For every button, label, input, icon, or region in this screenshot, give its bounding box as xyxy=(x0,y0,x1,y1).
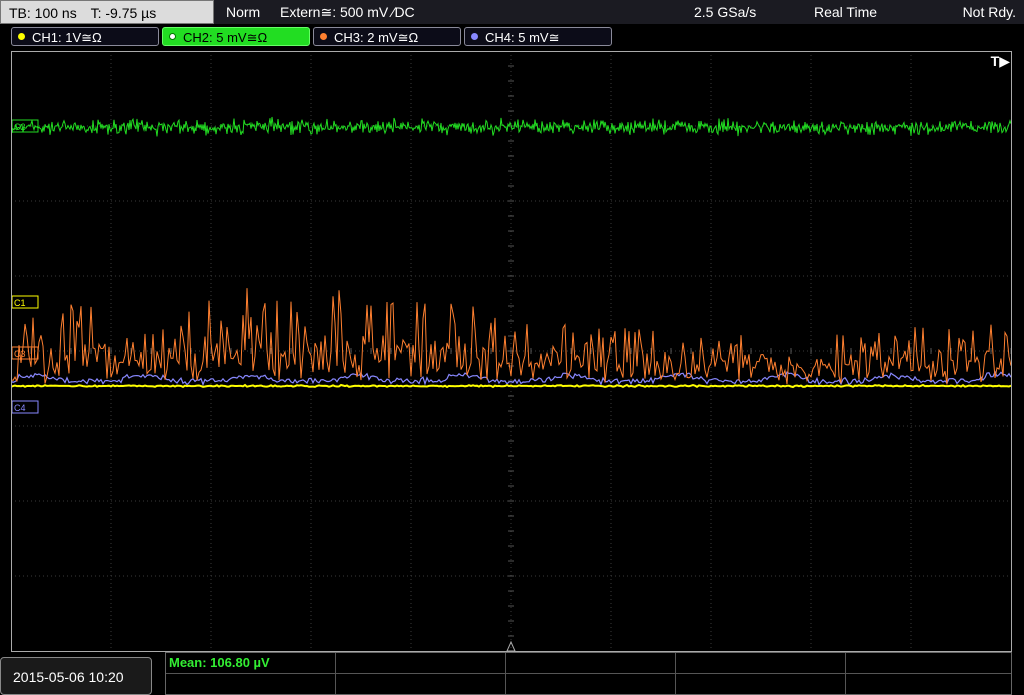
trigger-source[interactable]: Extern≅: 500 mV ∕DC xyxy=(280,0,415,24)
tab-ch3-label: CH3: 2 mV≅Ω xyxy=(334,30,419,45)
status-bar: TB: 100 ns T: -9.75 µs Norm Extern≅: 500… xyxy=(0,0,1024,24)
acquisition-mode[interactable]: Real Time xyxy=(814,0,877,24)
ch4-dot-icon xyxy=(471,33,478,40)
ch3-dot-icon xyxy=(320,33,327,40)
measurement-slot[interactable] xyxy=(846,674,1013,694)
measurement-row xyxy=(166,674,1011,695)
measurement-slot[interactable] xyxy=(336,674,506,694)
waveform-svg: C2 C1 C3 C4 xyxy=(11,51,1012,652)
measurement-slot[interactable] xyxy=(336,653,506,673)
datetime-display: 2015-05-06 10:20 xyxy=(0,657,152,695)
measurement-table[interactable]: Mean: 106.80 µV xyxy=(165,652,1012,695)
ch1-dot-icon xyxy=(18,33,25,40)
measurement-mean[interactable]: Mean: 106.80 µV xyxy=(166,653,336,673)
tab-ch1[interactable]: CH1: 1V≅Ω xyxy=(11,27,159,46)
measurement-slot[interactable] xyxy=(676,653,846,673)
ch1-offset-marker[interactable]: C1 xyxy=(11,295,39,309)
tab-ch2[interactable]: CH2: 5 mV≅Ω xyxy=(162,27,310,46)
measurement-slot[interactable] xyxy=(506,653,676,673)
tab-ch1-label: CH1: 1V≅Ω xyxy=(32,30,102,45)
timebase-value: TB: 100 ns xyxy=(9,5,77,21)
ch2-marker-label: C2 xyxy=(14,122,26,132)
measurement-slot[interactable] xyxy=(676,674,846,694)
tab-ch2-label: CH2: 5 mV≅Ω xyxy=(183,30,268,45)
sample-rate: 2.5 GSa/s xyxy=(694,4,757,20)
trigger-indicator[interactable]: T▶ xyxy=(991,53,1010,70)
tab-ch4[interactable]: CH4: 5 mV≅ xyxy=(464,27,612,46)
channel-tabs: CH1: 1V≅Ω CH2: 5 mV≅Ω CH3: 2 mV≅Ω CH4: 5… xyxy=(0,26,1024,48)
trigger-time-value: T: -9.75 µs xyxy=(90,5,157,21)
tab-ch4-label: CH4: 5 mV≅ xyxy=(485,30,560,45)
ch1-marker-label: C1 xyxy=(14,298,26,308)
ch2-dot-icon xyxy=(169,33,176,40)
ch3-marker-label: C3 xyxy=(14,349,26,359)
measurement-slot[interactable] xyxy=(846,653,1013,673)
trigger-mode[interactable]: Norm xyxy=(226,0,260,24)
measurement-slot[interactable] xyxy=(506,674,676,694)
waveform-display[interactable]: C2 C1 C3 C4 T▶ xyxy=(11,51,1012,652)
measurement-row: Mean: 106.80 µV xyxy=(166,653,1011,674)
oscilloscope-screen: TB: 100 ns T: -9.75 µs Norm Extern≅: 500… xyxy=(0,0,1024,695)
timebase-box[interactable]: TB: 100 ns T: -9.75 µs xyxy=(0,0,214,24)
ch1-trace xyxy=(11,383,1012,389)
ch4-offset-marker[interactable]: C4 xyxy=(11,400,39,414)
tab-ch3[interactable]: CH3: 2 mV≅Ω xyxy=(313,27,461,46)
ch4-marker-label: C4 xyxy=(14,403,26,413)
trigger-status: Not Rdy. xyxy=(962,4,1016,20)
grid-center-ticks xyxy=(11,51,1012,652)
measurement-slot[interactable] xyxy=(166,674,336,694)
